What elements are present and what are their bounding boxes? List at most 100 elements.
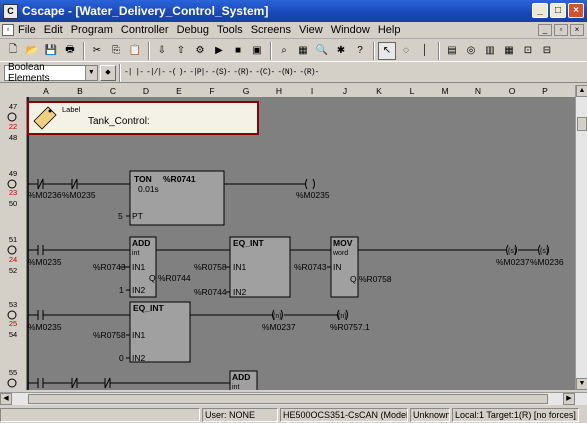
- document-icon[interactable]: ▫: [2, 24, 14, 36]
- coil-set-button[interactable]: -(S)-: [211, 68, 231, 77]
- mdi-restore-button[interactable]: ▫: [554, 24, 568, 36]
- open-folder-icon[interactable]: 📂: [23, 42, 41, 60]
- help-icon[interactable]: ?: [351, 42, 369, 60]
- lasso-icon[interactable]: ◌: [397, 42, 415, 60]
- coil-reset-button[interactable]: -(R)-: [233, 68, 253, 77]
- coil-symbol: (n): [273, 313, 282, 320]
- menu-controller[interactable]: Controller: [121, 24, 169, 36]
- column-i: I: [311, 86, 313, 96]
- paste-icon[interactable]: 📋: [126, 42, 144, 60]
- column-g: G: [243, 86, 250, 96]
- menu-edit[interactable]: Edit: [44, 24, 63, 36]
- chevron-down-icon[interactable]: ▼: [84, 65, 97, 80]
- coil-symbol: (s): [540, 248, 548, 255]
- copy-icon[interactable]: ⎘: [107, 42, 125, 60]
- ladder-editor[interactable]: A B C D E F G H I J K L M N O P 47 22 48…: [0, 85, 575, 390]
- menu-screens[interactable]: Screens: [251, 24, 291, 36]
- vertical-scrollbar[interactable]: ▲ ▼: [575, 85, 587, 390]
- contact-no-button[interactable]: -| |-: [124, 68, 144, 77]
- add-in1-label: IN1: [132, 262, 146, 272]
- status-state: Unknown: [410, 407, 450, 422]
- horizontal-scroll-thumb[interactable]: [28, 394, 548, 404]
- find-icon[interactable]: ⌕: [275, 42, 293, 60]
- close-button[interactable]: ×: [568, 3, 584, 18]
- column-k: K: [376, 86, 382, 96]
- status-user: User: NONE: [202, 407, 278, 422]
- label-text: Tank_Control:: [88, 116, 150, 127]
- table-icon[interactable]: ▦: [294, 42, 312, 60]
- coil-right-button[interactable]: )-: [179, 68, 188, 77]
- contact-p-button[interactable]: -|P|-: [189, 68, 209, 77]
- coil-r-button[interactable]: -(R)-: [299, 68, 319, 77]
- mdi-close-button[interactable]: ×: [570, 24, 584, 36]
- scroll-left-icon[interactable]: ◀: [0, 393, 12, 405]
- horizontal-scrollbar[interactable]: ◀ ▶: [0, 392, 587, 405]
- unlock-icon[interactable]: ⊟: [538, 42, 556, 60]
- element-type-dropdown[interactable]: Boolean Elements ▼: [4, 61, 98, 84]
- menu-debug[interactable]: Debug: [177, 24, 209, 36]
- bug-icon[interactable]: ✱: [332, 42, 350, 60]
- screen-icon[interactable]: ▣: [248, 42, 266, 60]
- eq-in1-value: %R0758: [93, 330, 126, 340]
- coil-label: %R0757.1: [330, 322, 370, 332]
- contact-nc-button[interactable]: -|/|-: [146, 68, 166, 77]
- rung-number: 54: [9, 330, 17, 339]
- menu-window[interactable]: Window: [331, 24, 370, 36]
- new-file-icon[interactable]: 🗋: [4, 42, 22, 60]
- download-icon[interactable]: ⇩: [153, 42, 171, 60]
- cut-icon[interactable]: ✂: [88, 42, 106, 60]
- eq-in2-value: %R0744: [194, 287, 227, 297]
- coil-label: %M0237: [496, 257, 530, 267]
- menu-program[interactable]: Program: [71, 24, 113, 36]
- eq-in2-value: 0: [119, 353, 124, 363]
- column-l: L: [410, 86, 415, 96]
- select-pointer-icon[interactable]: ↖: [378, 41, 396, 60]
- column-b: B: [77, 86, 83, 96]
- menu-tools[interactable]: Tools: [217, 24, 243, 36]
- column-n: N: [475, 86, 481, 96]
- scroll-right-icon[interactable]: ▶: [563, 393, 575, 405]
- line-icon[interactable]: │: [416, 42, 434, 60]
- lock-icon[interactable]: ⊡: [519, 42, 537, 60]
- coil-left-button[interactable]: -(: [168, 68, 177, 77]
- menu-help[interactable]: Help: [378, 24, 401, 36]
- rung-number: 51: [9, 235, 17, 244]
- coil-c-button[interactable]: -(C)-: [255, 68, 275, 77]
- spin-button[interactable]: ◆: [100, 64, 116, 81]
- rung-number: 52: [9, 266, 17, 275]
- save-icon[interactable]: 💾: [42, 42, 60, 60]
- chart-icon[interactable]: ▥: [481, 42, 499, 60]
- menu-view[interactable]: View: [299, 24, 323, 36]
- minimize-button[interactable]: _: [532, 3, 548, 18]
- element-type-value: Boolean Elements: [8, 61, 50, 84]
- zoom-icon[interactable]: 🔍: [313, 42, 331, 60]
- rung-number: 53: [9, 300, 17, 309]
- column-p: P: [542, 86, 548, 96]
- maximize-button[interactable]: □: [550, 3, 566, 18]
- window-title: Cscape - [Water_Delivery_Control_System]: [22, 4, 269, 18]
- add-q-value: %R0744: [158, 273, 191, 283]
- status-bar: User: NONE HE500OCS351-CsCAN (Model Not-…: [0, 406, 587, 423]
- scroll-down-icon[interactable]: ▼: [576, 378, 587, 390]
- coil-n-button[interactable]: -(N)-: [277, 68, 297, 77]
- upload-icon[interactable]: ⇧: [172, 42, 190, 60]
- stop-icon[interactable]: ■: [229, 42, 247, 60]
- column-f: F: [209, 86, 214, 96]
- print-icon[interactable]: 🖶: [61, 42, 79, 60]
- mdi-minimize-button[interactable]: _: [538, 24, 552, 36]
- compile-icon[interactable]: ⚙: [191, 42, 209, 60]
- run-icon[interactable]: ▶: [210, 42, 228, 60]
- rung-number: 55: [9, 368, 17, 377]
- coil-symbol: (n): [338, 313, 347, 320]
- vertical-scroll-thumb[interactable]: [577, 117, 587, 131]
- ton-title: TON: [134, 174, 152, 184]
- menu-file[interactable]: File: [18, 24, 36, 36]
- monitor-icon[interactable]: ▤: [443, 42, 461, 60]
- scroll-up-icon[interactable]: ▲: [576, 85, 587, 97]
- target-icon[interactable]: ◎: [462, 42, 480, 60]
- column-header-bar: [0, 85, 575, 97]
- add-in1-value: %R0743: [93, 262, 126, 272]
- rung-26: [28, 377, 230, 389]
- column-e: E: [176, 86, 182, 96]
- grid-icon[interactable]: ▦: [500, 42, 518, 60]
